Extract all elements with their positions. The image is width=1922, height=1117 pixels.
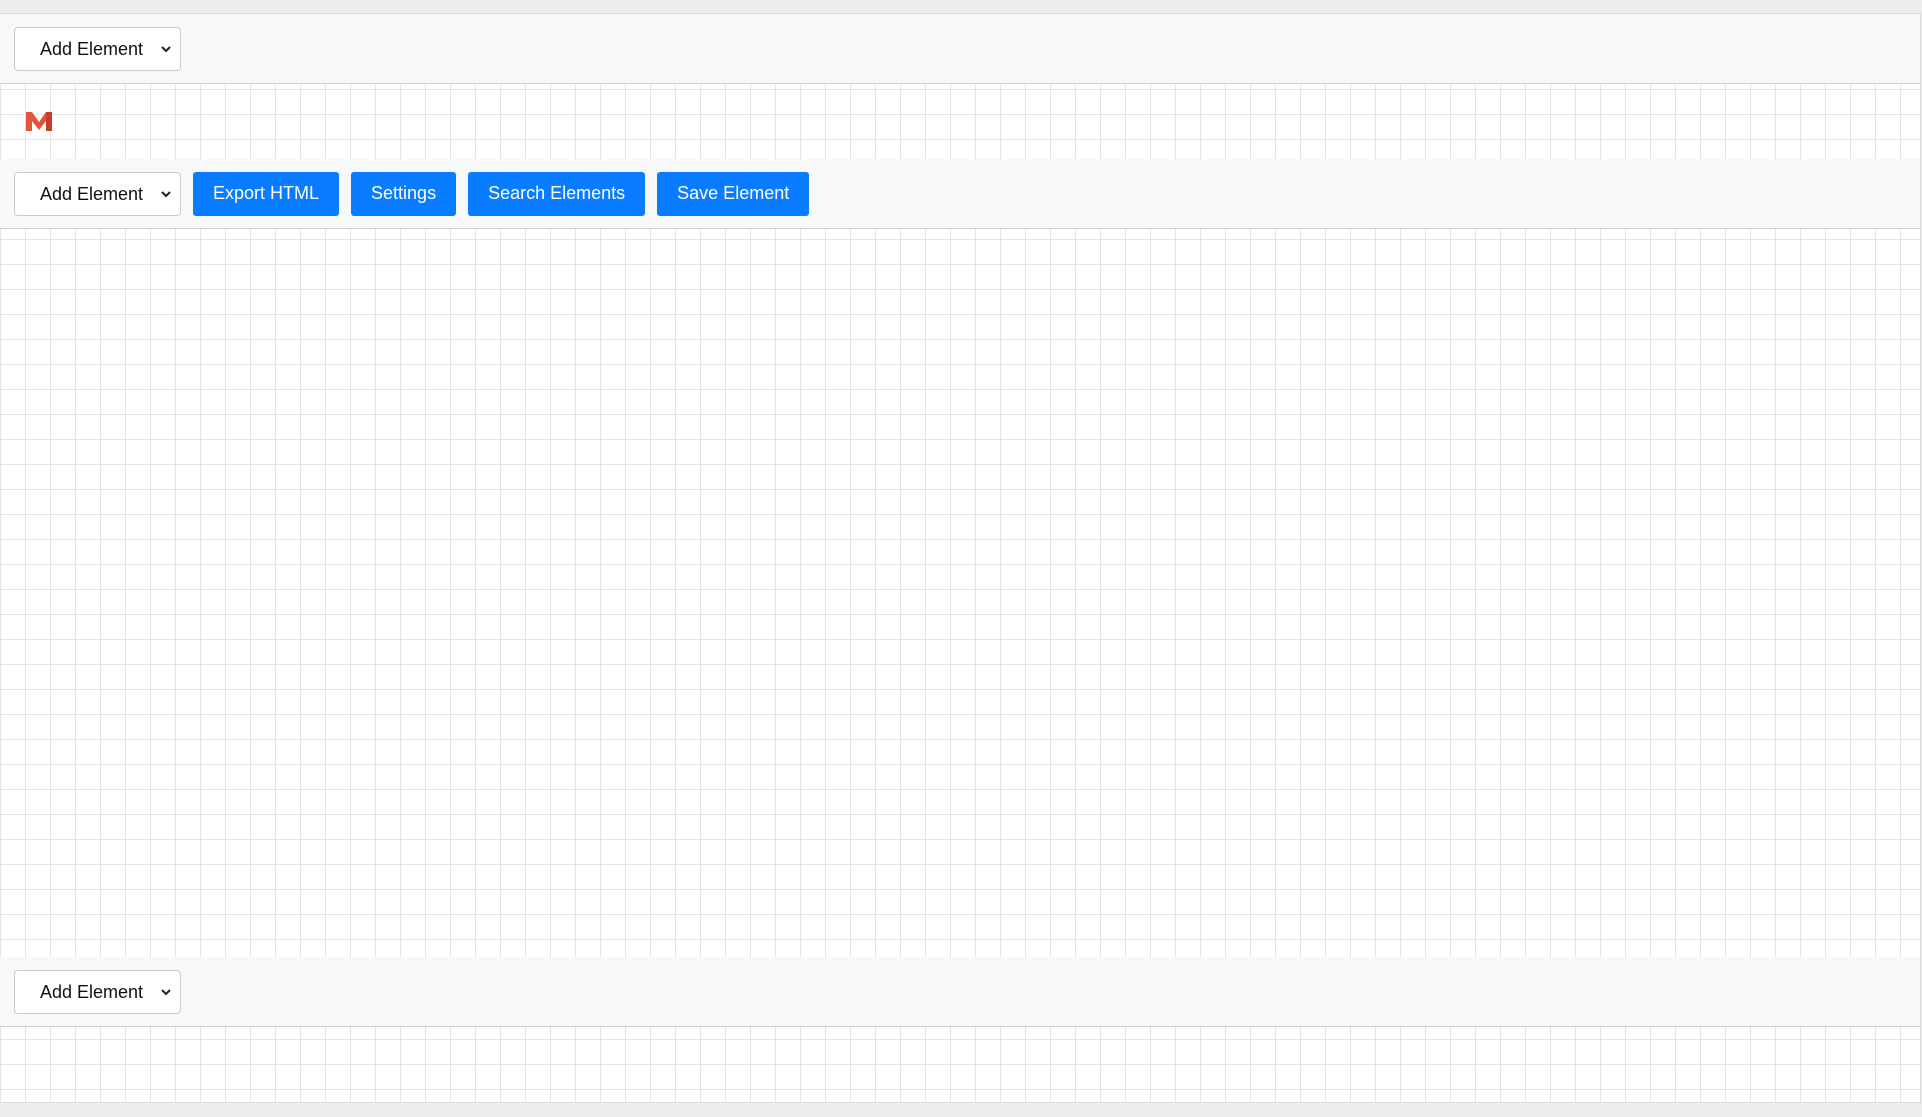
save-element-button[interactable]: Save Element bbox=[657, 171, 810, 216]
search-elements-button[interactable]: Search Elements bbox=[468, 171, 646, 216]
add-element-select[interactable]: Add Element bbox=[14, 969, 181, 1014]
bottom-toolbar: Add Element bbox=[0, 957, 1920, 1027]
canvas-area[interactable]: Add Element Add Element Export HTML Sett… bbox=[0, 13, 1921, 1103]
add-element-dropdown-top[interactable]: Add Element bbox=[14, 26, 181, 71]
m-logo-icon bbox=[26, 112, 52, 131]
add-element-select[interactable]: Add Element bbox=[14, 26, 181, 71]
add-element-select[interactable]: Add Element bbox=[14, 171, 181, 216]
top-toolbar: Add Element bbox=[0, 14, 1920, 84]
export-html-button[interactable]: Export HTML bbox=[193, 171, 340, 216]
main-toolbar: Add Element Export HTML Settings Search … bbox=[0, 159, 1920, 229]
add-element-dropdown-main[interactable]: Add Element bbox=[14, 171, 181, 216]
settings-button[interactable]: Settings bbox=[351, 171, 457, 216]
add-element-dropdown-bottom[interactable]: Add Element bbox=[14, 969, 181, 1014]
